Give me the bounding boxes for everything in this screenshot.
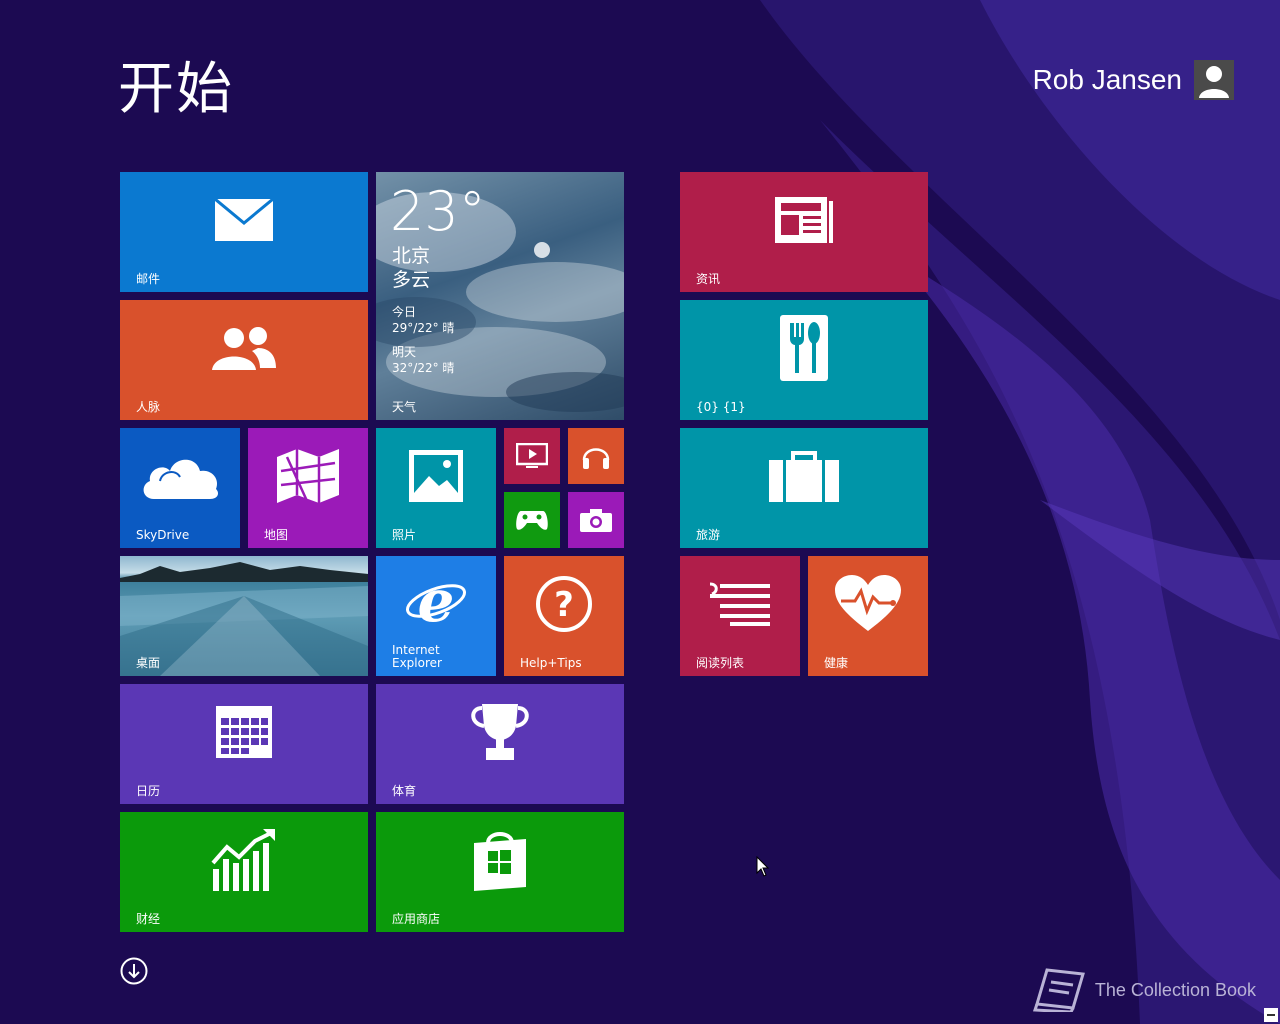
reading-list-icon [680, 556, 800, 652]
tile-label: 人脉 [136, 400, 161, 414]
weather-tomorrow-label: 明天 [392, 345, 417, 359]
calendar-icon [120, 684, 368, 780]
book-icon [1032, 968, 1085, 1012]
avatar[interactable] [1194, 60, 1234, 100]
weather-condition: 多云 [392, 269, 431, 291]
tile-label: 邮件 [136, 272, 161, 286]
news-icon [680, 172, 928, 268]
tile-label: 资讯 [696, 272, 721, 286]
tile-games[interactable] [504, 492, 560, 548]
tile-news[interactable]: 资讯 [680, 172, 928, 292]
suitcase-icon [680, 428, 928, 524]
tile-label: 财经 [136, 912, 161, 926]
help-icon: ? [504, 556, 624, 652]
photo-icon [376, 428, 496, 524]
tile-health[interactable]: 健康 [808, 556, 928, 676]
tile-desktop[interactable]: 桌面 [120, 556, 368, 676]
ie-label-line2: Explorer [392, 656, 442, 670]
tile-calendar[interactable]: 日历 [120, 684, 368, 804]
video-icon [504, 428, 560, 484]
mouse-cursor-icon [756, 856, 770, 877]
headphones-icon [568, 428, 624, 484]
tile-label: 阅读列表 [696, 656, 745, 670]
tile-label: Help+Tips [520, 656, 582, 670]
cloud-icon [120, 428, 240, 524]
tile-sports[interactable]: 体育 [376, 684, 624, 804]
tile-food[interactable]: {0} {1} [680, 300, 928, 420]
finance-chart-icon [120, 812, 368, 908]
tile-maps[interactable]: 地图 [248, 428, 368, 548]
tile-label: 照片 [392, 528, 417, 542]
svg-text:e: e [418, 573, 455, 629]
internet-explorer-icon: e [376, 556, 496, 646]
tile-label: {0} {1} [696, 400, 746, 414]
watermark: The Collection Book [1032, 968, 1256, 1012]
tile-photos[interactable]: 照片 [376, 428, 496, 548]
tile-label: 地图 [264, 528, 289, 542]
tile-weather[interactable]: 23° 北京 多云 今日 29°/22° 晴 明天 32°/22° 晴 天气 [376, 172, 624, 420]
svg-text:?: ? [554, 585, 574, 625]
all-apps-down-arrow-icon[interactable] [120, 957, 148, 985]
user-account[interactable]: Rob Jansen [1033, 60, 1234, 100]
tile-people[interactable]: 人脉 [120, 300, 368, 420]
tile-video[interactable] [504, 428, 560, 484]
tile-travel[interactable]: 旅游 [680, 428, 928, 548]
tile-music[interactable] [568, 428, 624, 484]
page-title: 开始 [118, 57, 234, 122]
store-icon [376, 812, 624, 908]
tile-reading-list[interactable]: 阅读列表 [680, 556, 800, 676]
tile-camera[interactable] [568, 492, 624, 548]
tile-help-tips[interactable]: ? Help+Tips [504, 556, 624, 676]
tile-label: Internet Explorer [392, 644, 442, 670]
weather-temperature: 23° [390, 180, 486, 243]
tile-label: 日历 [136, 784, 161, 798]
gamepad-icon [504, 492, 560, 548]
tile-mail[interactable]: 邮件 [120, 172, 368, 292]
tile-label: 健康 [824, 656, 849, 670]
minimize-icon[interactable] [1264, 1008, 1278, 1022]
user-name: Rob Jansen [1032, 64, 1182, 95]
tile-label: 应用商店 [392, 912, 441, 926]
tile-internet-explorer[interactable]: e Internet Explorer [376, 556, 496, 676]
camera-icon [568, 492, 624, 548]
tile-label: 体育 [392, 784, 417, 798]
weather-today-label: 今日 [392, 305, 417, 319]
weather-city: 北京 [392, 245, 431, 267]
weather-tomorrow-forecast: 32°/22° 晴 [392, 361, 455, 375]
tile-label: 天气 [392, 400, 417, 414]
people-icon [120, 300, 368, 396]
heart-icon [808, 556, 928, 652]
map-icon [248, 428, 368, 524]
tile-skydrive[interactable]: SkyDrive [120, 428, 240, 548]
weather-today-forecast: 29°/22° 晴 [392, 321, 455, 335]
tile-label: 旅游 [696, 528, 721, 542]
tile-label: SkyDrive [136, 528, 190, 542]
tile-label: 桌面 [136, 656, 161, 670]
trophy-icon [376, 684, 624, 780]
watermark-text: The Collection Book [1094, 979, 1256, 1000]
tile-finance[interactable]: 财经 [120, 812, 368, 932]
mail-icon [120, 172, 368, 268]
user-avatar-icon [1199, 66, 1229, 98]
tile-store[interactable]: 应用商店 [376, 812, 624, 932]
food-icon [680, 300, 928, 396]
